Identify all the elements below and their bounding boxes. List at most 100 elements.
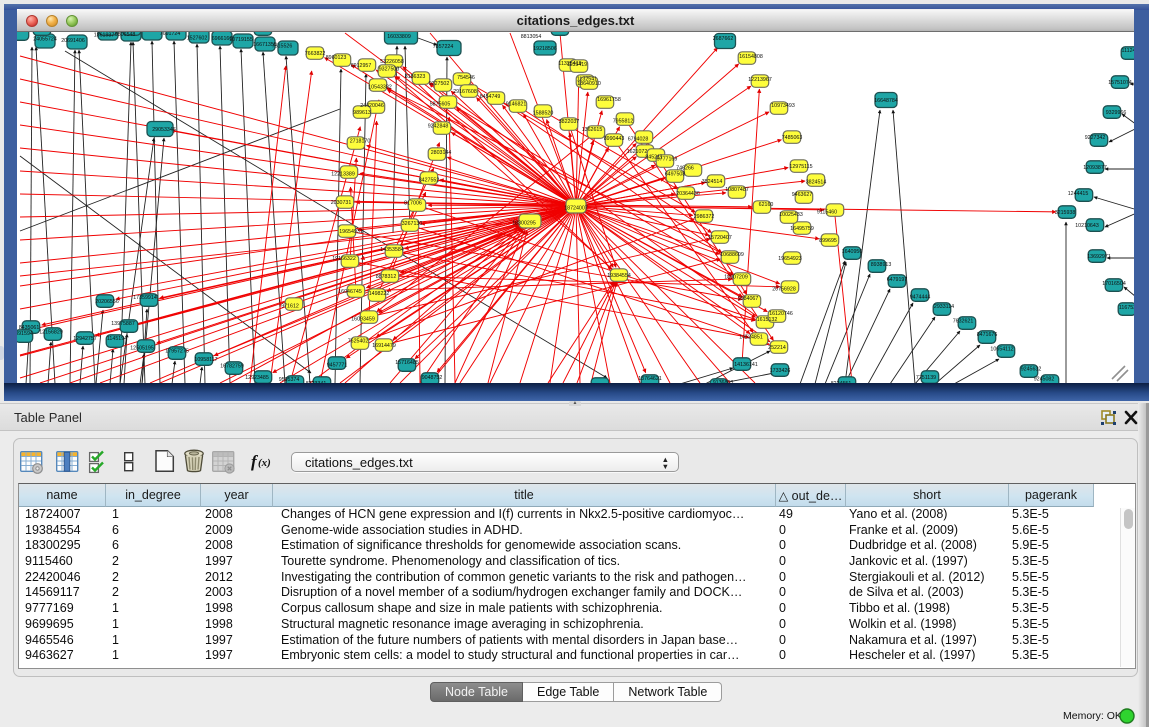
- svg-text:10719155: 10719155: [229, 37, 253, 43]
- svg-text:53226058: 53226058: [380, 59, 404, 65]
- svg-text:746266: 746266: [676, 165, 694, 171]
- svg-text:15751074: 15751074: [1108, 80, 1132, 86]
- svg-text:16961758: 16961758: [597, 97, 621, 103]
- svg-text:1244415: 1244415: [1068, 191, 1089, 197]
- svg-text:7857224: 7857224: [433, 44, 454, 50]
- svg-text:1621072: 1621072: [627, 149, 648, 155]
- svg-text:1167534: 1167534: [1119, 305, 1134, 311]
- svg-text:9084067: 9084067: [738, 296, 759, 302]
- svg-text:7625402: 7625402: [348, 338, 369, 344]
- svg-text:18807209: 18807209: [724, 274, 748, 280]
- svg-text:(x): (x): [258, 457, 271, 469]
- svg-text:7955812: 7955812: [613, 119, 634, 125]
- svg-text:24055724: 24055724: [33, 36, 57, 42]
- svg-text:899695: 899695: [819, 238, 837, 244]
- svg-text:18640910: 18640910: [577, 81, 601, 87]
- svg-text:24420046: 24420046: [360, 103, 384, 109]
- svg-text:12213389: 12213389: [331, 172, 355, 178]
- svg-text:14353584: 14353584: [380, 247, 404, 253]
- svg-text:16648784: 16648784: [874, 98, 898, 104]
- svg-text:9048752: 9048752: [422, 375, 443, 381]
- svg-text:16495759: 16495759: [790, 226, 814, 232]
- svg-text:9245082: 9245082: [1034, 376, 1055, 382]
- svg-text:1527602: 1527602: [187, 36, 208, 42]
- svg-text:16033809: 16033809: [387, 34, 411, 40]
- svg-text:8912957: 8912957: [351, 63, 372, 69]
- svg-text:8960123: 8960123: [326, 55, 347, 61]
- svg-text:19166322: 19166322: [332, 256, 356, 262]
- svg-text:1498222: 1498222: [369, 291, 390, 297]
- svg-text:1861937: 1861937: [94, 33, 115, 39]
- svg-text:12156829: 12156829: [39, 329, 63, 335]
- svg-text:2986372: 2986372: [694, 214, 715, 220]
- svg-text:3824514: 3824514: [702, 179, 723, 185]
- svg-text:10654112: 10654112: [990, 346, 1013, 352]
- svg-text:17016504: 17016504: [1102, 281, 1126, 287]
- svg-text:7691724: 7691724: [160, 32, 181, 37]
- svg-text:20756928: 20756928: [772, 287, 796, 293]
- svg-text:8938913: 8938913: [871, 262, 892, 268]
- svg-text:9806548: 9806548: [115, 32, 136, 38]
- svg-text:1135419: 1135419: [567, 62, 587, 68]
- svg-text:817006: 817006: [404, 200, 422, 206]
- svg-text:12505195: 12505195: [130, 346, 154, 352]
- svg-text:14136141: 14136141: [734, 362, 758, 368]
- svg-text:62160: 62160: [759, 202, 774, 208]
- svg-text:9327502: 9327502: [429, 81, 450, 87]
- svg-text:20364436: 20364436: [676, 191, 700, 197]
- svg-text:252214: 252214: [768, 345, 786, 351]
- svg-text:5875605: 5875605: [430, 102, 451, 108]
- svg-text:7751139: 7751139: [916, 375, 936, 381]
- svg-text:9457771: 9457771: [327, 363, 348, 369]
- svg-text:2718170: 2718170: [350, 138, 371, 144]
- svg-text:12942757: 12942757: [73, 336, 97, 342]
- svg-text:989613: 989613: [353, 110, 371, 116]
- svg-text:29053346: 29053346: [152, 127, 176, 133]
- svg-text:7485063: 7485063: [782, 135, 803, 141]
- svg-text:17957275: 17957275: [165, 348, 189, 354]
- svg-text:16046745: 16046745: [338, 289, 362, 295]
- svg-text:7515526: 7515526: [272, 43, 293, 49]
- svg-text:10958117: 10958117: [194, 357, 217, 363]
- svg-text:19654923: 19654923: [778, 256, 802, 262]
- svg-text:7663822: 7663822: [305, 51, 326, 57]
- svg-text:19654931: 19654931: [339, 229, 363, 235]
- svg-text:1362615: 1362615: [582, 127, 603, 133]
- svg-text:18724007: 18724007: [564, 206, 588, 212]
- svg-text:8990443: 8990443: [604, 136, 625, 142]
- svg-text:9227342: 9227342: [1085, 135, 1106, 141]
- svg-text:3822037: 3822037: [559, 119, 580, 125]
- svg-text:8224551: 8224551: [831, 381, 852, 383]
- svg-text:18300295: 18300295: [512, 221, 536, 227]
- svg-text:9595374: 9595374: [279, 377, 300, 383]
- svg-text:10543382: 10543382: [368, 85, 392, 91]
- svg-text:6479197: 6479197: [887, 277, 908, 283]
- svg-text:3215938: 3215938: [1055, 210, 1076, 216]
- svg-text:10807487: 10807487: [725, 187, 749, 193]
- svg-text:8471676: 8471676: [977, 332, 998, 338]
- svg-text:9242848: 9242848: [428, 123, 449, 129]
- svg-text:6794028: 6794028: [628, 137, 649, 143]
- svg-text:2687662: 2687662: [713, 36, 734, 42]
- svg-text:10973493: 10973493: [771, 103, 795, 109]
- svg-text:9329966: 9329966: [1106, 110, 1127, 116]
- svg-text:12213967: 12213967: [748, 77, 772, 83]
- svg-text:754546: 754546: [457, 75, 475, 81]
- svg-text:2030731: 2030731: [331, 200, 352, 206]
- svg-text:29167608: 29167608: [453, 89, 477, 95]
- svg-text:391594: 391594: [17, 331, 33, 337]
- svg-text:16120746: 16120746: [769, 311, 793, 317]
- svg-text:15716485: 15716485: [395, 360, 419, 366]
- svg-text:16154808: 16154808: [739, 54, 763, 60]
- svg-text:1640956: 1640956: [842, 249, 863, 255]
- svg-text:9463627: 9463627: [792, 192, 813, 198]
- svg-text:8878312: 8878312: [376, 274, 397, 280]
- svg-text:12923485: 12923485: [245, 375, 269, 381]
- svg-text:9245632: 9245632: [1021, 366, 1042, 372]
- svg-text:8454749: 8454749: [480, 94, 501, 100]
- svg-text:16782759: 16782759: [220, 363, 244, 369]
- svg-text:10210643: 10210643: [1075, 223, 1099, 229]
- svg-text:13975887: 13975887: [111, 321, 135, 327]
- svg-text:8223341: 8223341: [306, 381, 327, 383]
- svg-text:1615132: 1615132: [757, 317, 778, 323]
